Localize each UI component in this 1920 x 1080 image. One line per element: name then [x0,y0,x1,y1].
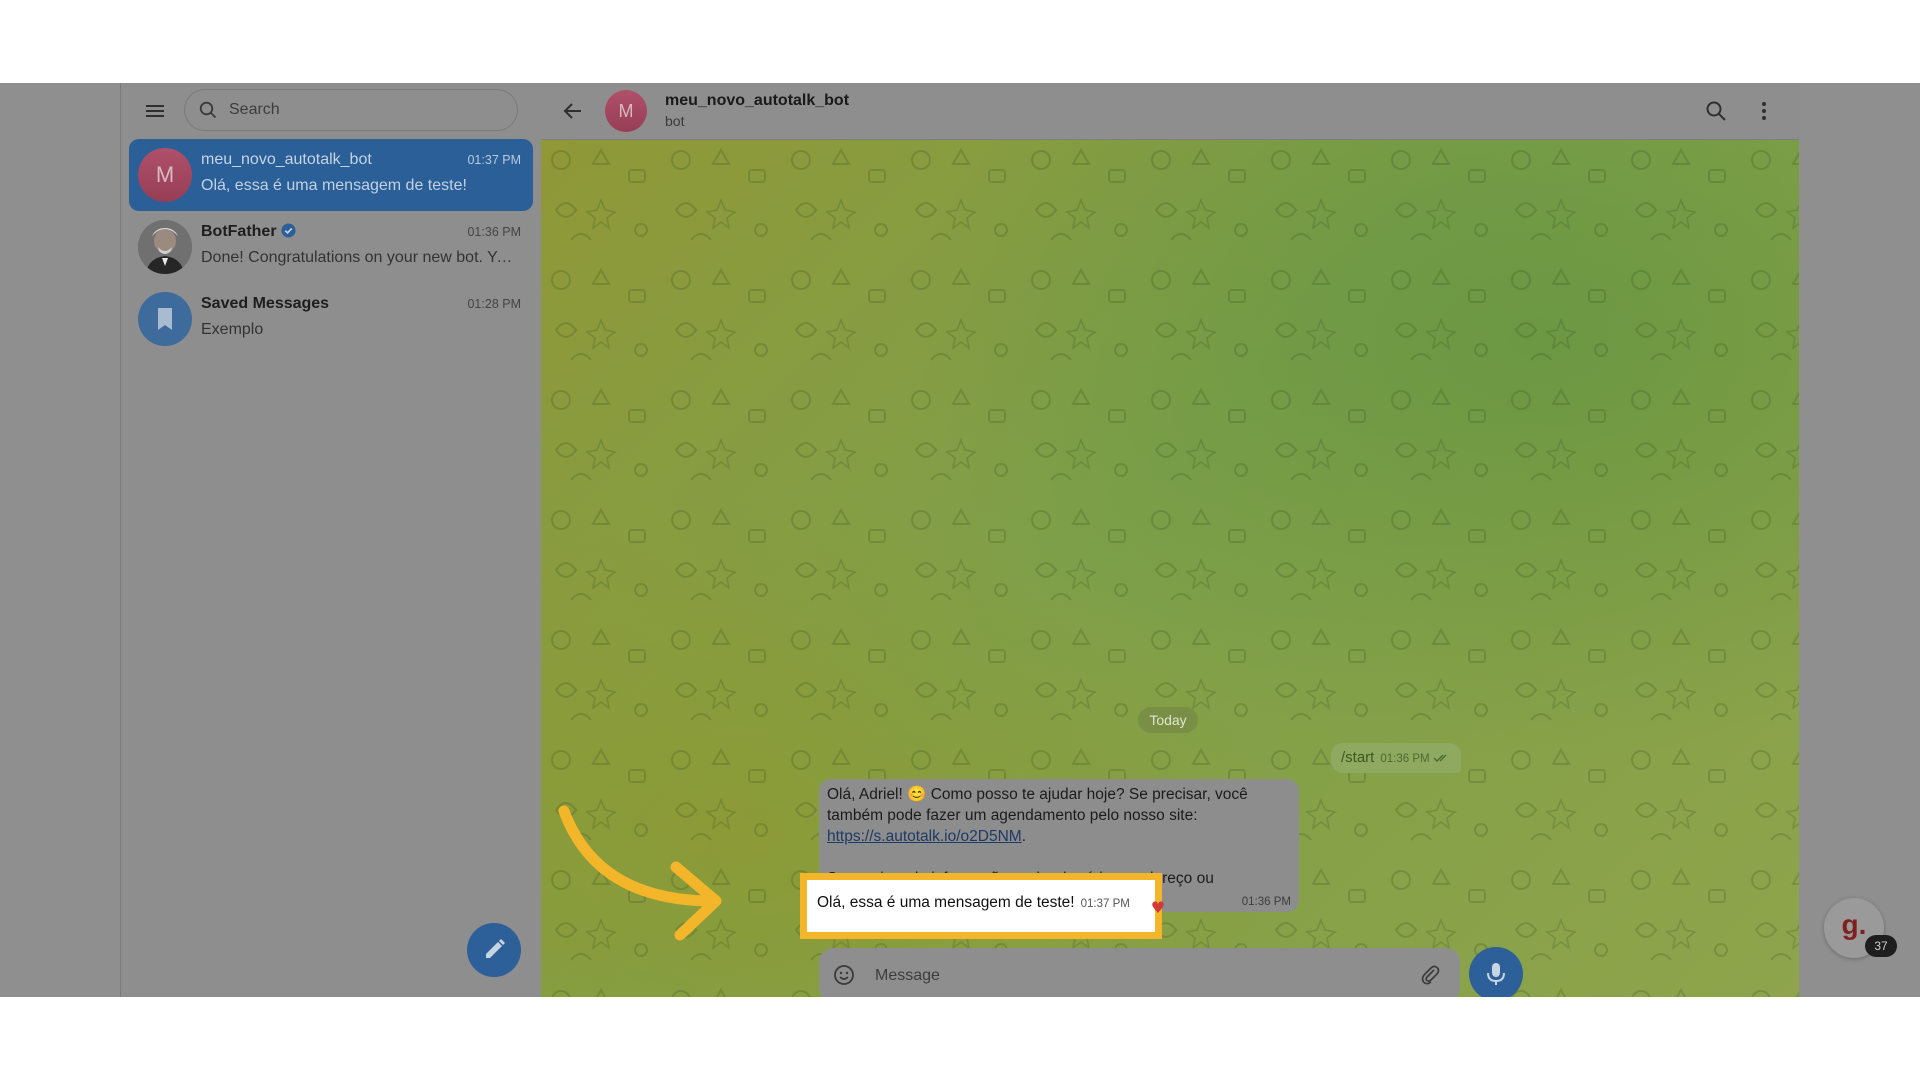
chat-time: 01:37 PM [467,153,521,167]
conversation-header: M meu_novo_autotalk_bot bot [541,83,1799,140]
chat-preview: Olá, essa é uma mensagem de teste! [201,177,467,194]
message-time: 01:37 PM [1080,898,1130,910]
chat-item-meu-novo-autotalk-bot[interactable]: M meu_novo_autotalk_bot 01:37 PM Olá, es… [129,139,533,211]
annotation-arrow-icon [558,805,722,941]
message-text: Olá, essa é uma mensagem de teste! [817,894,1075,911]
pencil-icon [486,939,505,958]
hamburger-menu-icon[interactable] [145,101,165,121]
botfather-avatar-icon [138,220,192,274]
bottom-letterbox [0,997,1920,1080]
search-icon[interactable] [1705,100,1727,122]
top-letterbox [0,0,1920,83]
verified-badge-icon [281,223,296,238]
search-icon [199,101,217,119]
back-arrow-icon[interactable] [563,101,583,121]
chat-preview: Exemplo [201,321,264,338]
chat-name: BotFather [201,223,296,241]
link-suffix: . [1021,828,1027,845]
conversation-panel: M meu_novo_autotalk_bot bot Today /start… [541,83,1799,997]
microphone-icon [1487,963,1505,985]
paperclip-icon[interactable] [1419,964,1441,986]
message-input[interactable] [873,962,1377,990]
chat-list-header [121,83,541,139]
message-text: /start [1341,749,1375,766]
emoji-icon[interactable] [833,964,855,986]
message-paragraph-1: Olá, Adriel! 😊 Como posso te ajudar hoje… [827,784,1282,847]
chat-item-saved-messages[interactable]: Saved Messages 01:28 PM Exemplo [129,283,533,355]
widget-count-badge: 37 [1865,935,1897,957]
conversation-title[interactable]: meu_novo_autotalk_bot [665,92,849,110]
message-text: Olá, Adriel! 😊 Como posso te ajudar hoje… [827,786,1248,824]
chat-name-text: BotFather [201,223,277,240]
chat-list-panel: M meu_novo_autotalk_bot 01:37 PM Olá, es… [120,83,542,997]
outgoing-message[interactable]: /start 01:36 PM [1331,743,1461,773]
chat-item-botfather[interactable]: BotFather 01:36 PM Done! Congratulations… [129,211,533,283]
avatar-letter: M [618,101,634,121]
avatar: M [138,148,192,202]
chat-time: 01:28 PM [467,297,521,311]
test-message[interactable]: Olá, essa é uma mensagem de teste! 01:37 … [817,894,1130,912]
search-box[interactable] [184,89,518,131]
heart-reaction-icon[interactable] [1152,900,1164,914]
telegram-web-app: M meu_novo_autotalk_bot 01:37 PM Olá, es… [0,83,1920,997]
message-composer [819,948,1460,997]
avatar [138,220,192,274]
message-time: 01:36 PM [1380,753,1430,765]
conversation-avatar[interactable]: M [605,90,647,132]
chat-time: 01:36 PM [467,225,521,239]
bookmark-icon [158,308,172,330]
chat-name: Saved Messages [201,295,330,312]
avatar-letter: M [155,162,175,187]
chat-preview: Done! Congratulations on your new bot. Y… [201,249,521,266]
highlight-box: Olá, essa é uma mensagem de teste! 01:37 … [800,873,1164,939]
conversation-status: bot [665,113,685,129]
new-message-button[interactable] [467,923,521,977]
more-vertical-icon[interactable] [1753,100,1775,122]
chat-name: meu_novo_autotalk_bot [201,151,372,168]
double-check-icon [1433,754,1447,762]
search-input[interactable] [227,96,501,124]
date-divider: Today [1138,707,1198,733]
message-time: 01:36 PM [1241,896,1291,908]
voice-record-button[interactable] [1469,947,1523,997]
avatar [138,292,192,346]
message-link[interactable]: https://s.autotalk.io/o2D5NM [827,828,1022,845]
